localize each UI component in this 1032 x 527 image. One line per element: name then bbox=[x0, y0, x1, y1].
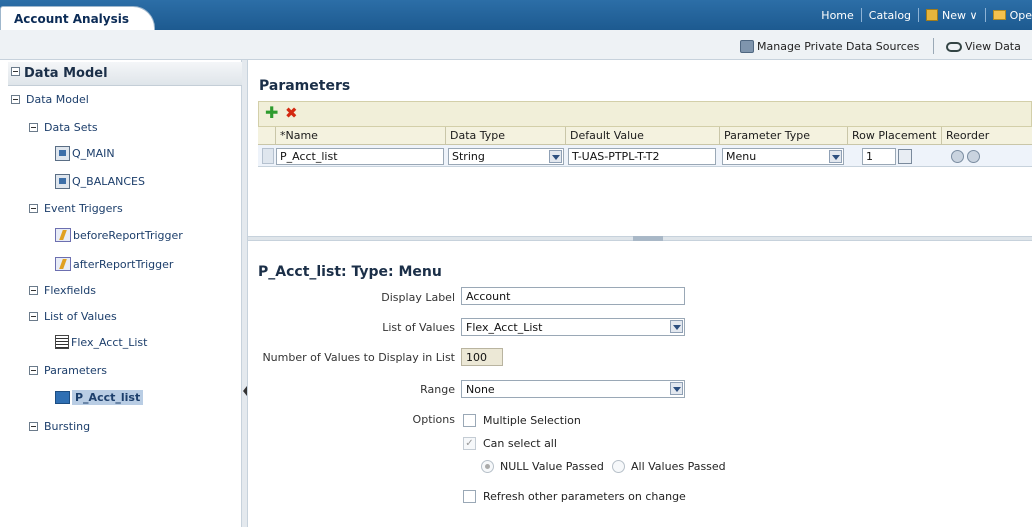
all-values-passed-label: All Values Passed bbox=[631, 460, 726, 473]
tree-item-data-model[interactable]: Data Model bbox=[11, 93, 89, 106]
open-menu[interactable]: Ope bbox=[1010, 9, 1032, 22]
view-label: View Data bbox=[965, 40, 1021, 53]
dataset-icon bbox=[55, 146, 70, 161]
trigger-icon bbox=[55, 228, 71, 242]
list-of-values-label: List of Values bbox=[382, 321, 455, 334]
folder-icon bbox=[992, 10, 1006, 20]
grid-header-data-type: Data Type bbox=[446, 127, 566, 145]
range-select[interactable]: None bbox=[461, 380, 685, 398]
collapse-left-arrow-icon[interactable] bbox=[243, 386, 247, 396]
can-select-all-checkbox[interactable]: ✓ bbox=[463, 437, 476, 450]
grid-header-row-placement: Row Placement bbox=[848, 127, 942, 145]
grid-header-name: *Name bbox=[276, 127, 446, 145]
data-type-value: String bbox=[452, 150, 485, 163]
divider-handle-icon[interactable] bbox=[633, 236, 663, 241]
panel-title: Data Model bbox=[24, 66, 108, 81]
display-label-input[interactable]: Account bbox=[461, 287, 685, 305]
chevron-down-icon bbox=[670, 382, 683, 395]
parameter-type-value: Menu bbox=[726, 150, 757, 163]
num-values-input[interactable]: 100 bbox=[461, 348, 503, 366]
multiple-selection-checkbox[interactable] bbox=[463, 414, 476, 427]
nav-divider bbox=[918, 8, 920, 22]
tree-item-flexfields[interactable]: Flexfields bbox=[29, 284, 96, 297]
collapse-icon[interactable] bbox=[29, 366, 38, 375]
catalog-link[interactable]: Catalog bbox=[869, 9, 911, 22]
range-label: Range bbox=[420, 383, 455, 396]
panel-splitter[interactable] bbox=[242, 60, 248, 527]
collapse-icon[interactable] bbox=[29, 312, 38, 321]
row-selector[interactable] bbox=[262, 148, 274, 164]
home-link[interactable]: Home bbox=[821, 9, 853, 22]
default-value-input[interactable]: T-UAS-PTPL-T-T2 bbox=[568, 148, 716, 165]
tree-item-before-report-trigger[interactable]: beforeReportTrigger bbox=[55, 228, 183, 242]
parameters-toolbar bbox=[258, 101, 1032, 127]
view-data-icon bbox=[946, 41, 962, 52]
manage-label: Manage Private Data Sources bbox=[757, 40, 920, 53]
detail-title: P_Acct_list: Type: Menu bbox=[258, 264, 442, 280]
grid-header-select bbox=[258, 127, 276, 145]
chevron-down-icon bbox=[670, 320, 683, 333]
null-value-passed-label: NULL Value Passed bbox=[500, 460, 604, 473]
grid-header-reorder: Reorder bbox=[942, 127, 1032, 145]
tree-item-after-report-trigger[interactable]: afterReportTrigger bbox=[55, 257, 173, 271]
data-source-icon bbox=[740, 40, 754, 53]
add-icon[interactable]: ✚ bbox=[265, 105, 278, 121]
tree-item-flex-acct-list[interactable]: Flex_Acct_List bbox=[55, 335, 147, 349]
move-down-icon[interactable] bbox=[967, 150, 980, 163]
range-value: None bbox=[466, 383, 495, 396]
all-values-passed-radio[interactable] bbox=[612, 460, 625, 473]
move-up-icon[interactable] bbox=[951, 150, 964, 163]
tree-item-p-acct-list[interactable]: P_Acct_list bbox=[55, 390, 144, 405]
tree-item-event-triggers[interactable]: Event Triggers bbox=[29, 202, 123, 215]
tree-item-parameters[interactable]: Parameters bbox=[29, 364, 107, 377]
collapse-icon bbox=[11, 67, 20, 76]
nav-divider bbox=[984, 8, 986, 22]
chevron-down-icon bbox=[829, 150, 842, 163]
can-select-all-label: Can select all bbox=[483, 437, 557, 450]
options-label: Options bbox=[412, 413, 455, 426]
parameter-icon bbox=[55, 391, 70, 404]
delete-icon[interactable]: ✖ bbox=[285, 106, 298, 121]
list-of-values-select[interactable]: Flex_Acct_List bbox=[461, 318, 685, 336]
tree-item-q-main[interactable]: Q_MAIN bbox=[55, 146, 115, 161]
new-menu[interactable]: New ∨ bbox=[942, 9, 978, 22]
parameter-type-select[interactable]: Menu bbox=[722, 148, 844, 165]
chevron-down-icon bbox=[549, 150, 562, 163]
collapse-icon[interactable] bbox=[29, 286, 38, 295]
tree-item-data-sets[interactable]: Data Sets bbox=[29, 121, 98, 134]
nav-divider bbox=[860, 8, 862, 22]
global-nav: Home Catalog New ∨ Ope bbox=[821, 8, 1032, 22]
grid-header-default-value: Default Value bbox=[566, 127, 720, 145]
refresh-other-label: Refresh other parameters on change bbox=[483, 490, 686, 503]
data-type-select[interactable]: String bbox=[448, 148, 564, 165]
num-values-label: Number of Values to Display in List bbox=[262, 351, 455, 364]
grid-header-parameter-type: Parameter Type bbox=[720, 127, 848, 145]
toolbar-divider bbox=[933, 38, 934, 54]
display-label-label: Display Label bbox=[381, 291, 455, 304]
list-of-values-icon bbox=[55, 335, 69, 349]
null-value-passed-radio[interactable] bbox=[481, 460, 494, 473]
list-of-values-value: Flex_Acct_List bbox=[466, 321, 543, 334]
collapse-icon[interactable] bbox=[29, 422, 38, 431]
parameters-title: Parameters bbox=[259, 78, 351, 94]
refresh-other-checkbox[interactable] bbox=[463, 490, 476, 503]
row-placement-input[interactable]: 1 bbox=[862, 148, 896, 165]
manage-private-data-sources-button[interactable]: Manage Private Data Sources bbox=[740, 40, 919, 53]
dataset-icon bbox=[55, 174, 70, 189]
collapse-icon[interactable] bbox=[29, 204, 38, 213]
tree-item-list-of-values[interactable]: List of Values bbox=[29, 310, 117, 323]
collapse-icon[interactable] bbox=[11, 95, 20, 104]
collapse-icon[interactable] bbox=[29, 123, 38, 132]
collapse-panel-toggle[interactable] bbox=[11, 67, 20, 76]
tree-item-q-balances[interactable]: Q_BALANCES bbox=[55, 174, 145, 189]
new-icon bbox=[926, 9, 939, 21]
multiple-selection-label: Multiple Selection bbox=[483, 414, 581, 427]
tree-item-bursting[interactable]: Bursting bbox=[29, 420, 90, 433]
param-name-input[interactable]: P_Acct_list bbox=[276, 148, 444, 165]
view-data-button[interactable]: View Data bbox=[946, 40, 1021, 53]
row-placement-stepper[interactable] bbox=[898, 149, 912, 164]
trigger-icon bbox=[55, 257, 71, 271]
tab-title: Account Analysis bbox=[14, 12, 130, 26]
